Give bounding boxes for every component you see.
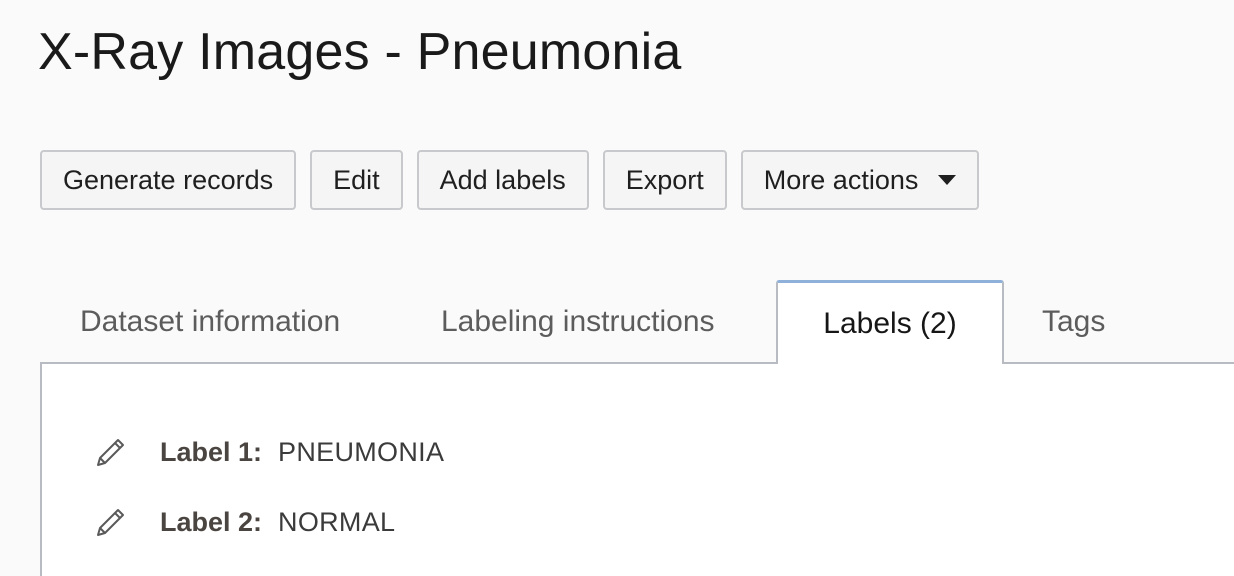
- pencil-icon[interactable]: [92, 434, 128, 470]
- tab-labels[interactable]: Labels (2): [776, 280, 1004, 364]
- page-title: X-Ray Images - Pneumonia: [38, 23, 682, 81]
- label-row: Label 2: NORMAL: [92, 502, 395, 542]
- tab-bar: Dataset information Labeling instruction…: [40, 280, 1234, 364]
- more-actions-label: More actions: [763, 164, 919, 195]
- add-labels-button[interactable]: Add labels: [416, 150, 589, 210]
- label-value: NORMAL: [278, 506, 396, 537]
- label-row: Label 1: PNEUMONIA: [92, 432, 444, 472]
- generate-records-button[interactable]: Generate records: [40, 150, 297, 210]
- page: X-Ray Images - Pneumonia Generate record…: [0, 0, 1234, 576]
- label-key: Label 1:: [160, 436, 263, 467]
- label-key: Label 2:: [160, 506, 263, 537]
- chevron-down-icon: [938, 175, 957, 185]
- tab-dataset-information[interactable]: Dataset information: [80, 280, 340, 364]
- export-button[interactable]: Export: [602, 150, 727, 210]
- tab-tags[interactable]: Tags: [1042, 280, 1105, 364]
- action-toolbar: Generate records Edit Add labels Export …: [40, 150, 980, 210]
- labels-panel: Label 1: PNEUMONIA Label 2: NORMAL: [40, 362, 1234, 576]
- edit-button[interactable]: Edit: [310, 150, 403, 210]
- pencil-icon[interactable]: [92, 504, 128, 540]
- label-value: PNEUMONIA: [278, 436, 445, 467]
- tab-labeling-instructions[interactable]: Labeling instructions: [441, 280, 715, 364]
- more-actions-button[interactable]: More actions: [740, 150, 980, 210]
